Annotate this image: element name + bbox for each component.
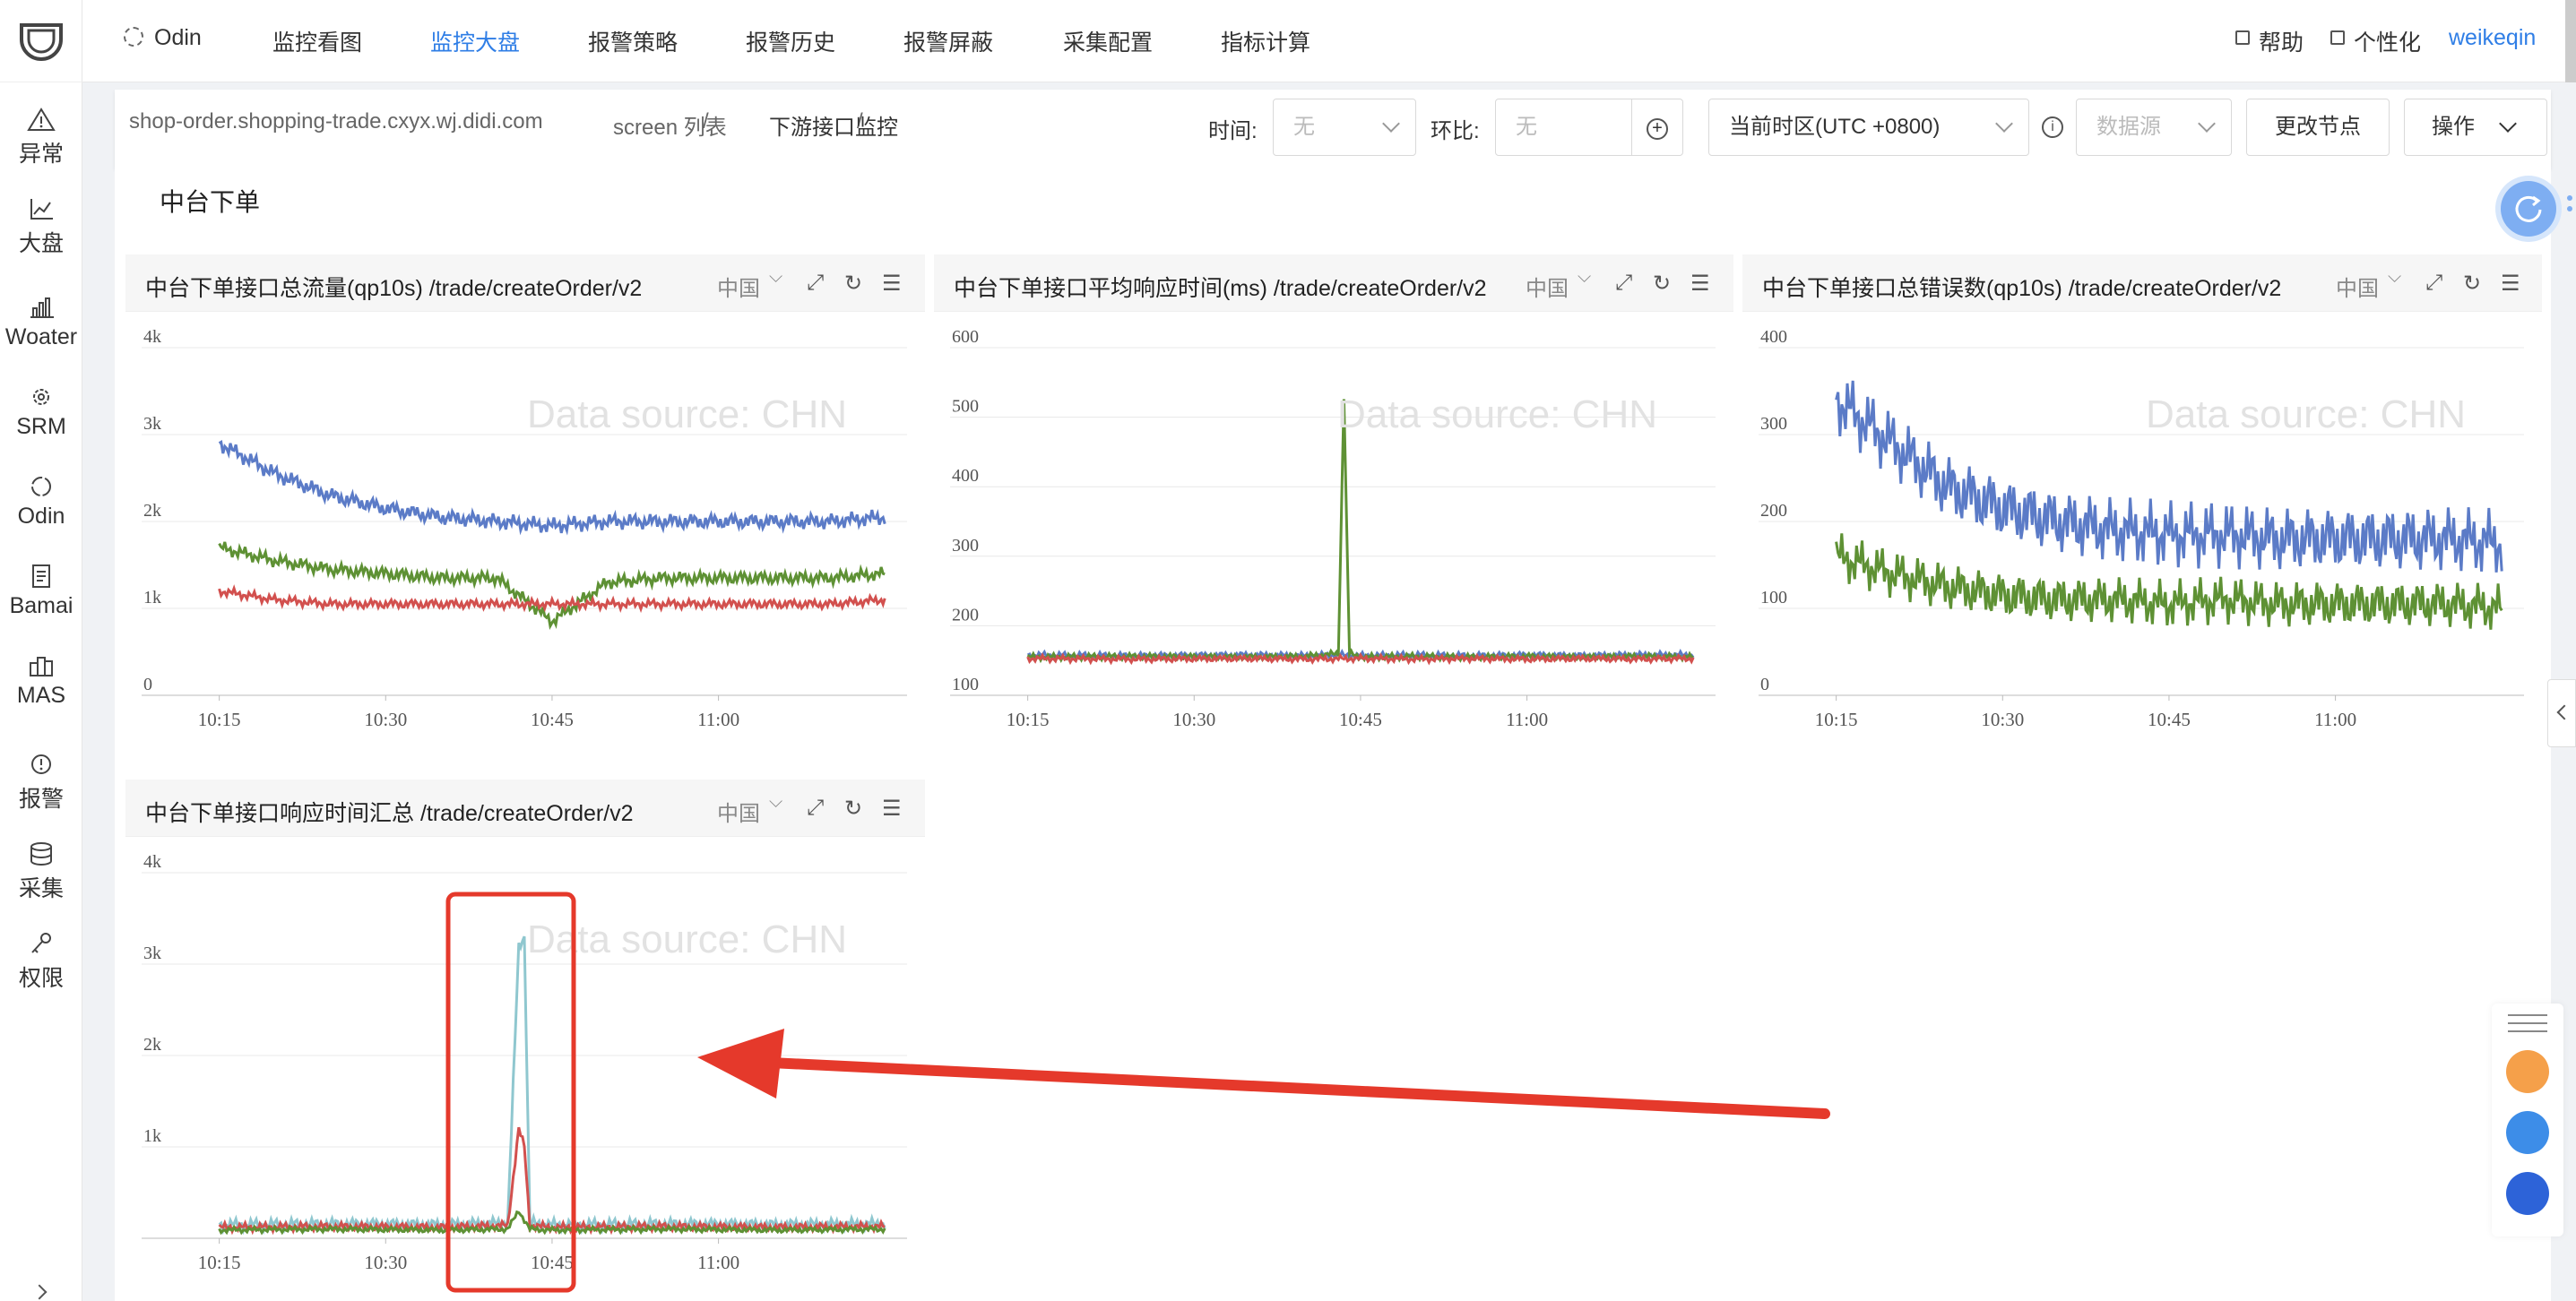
chat-icon[interactable] [2506, 1111, 2549, 1154]
annotation-arrow-shaft [765, 1057, 1830, 1119]
annotation-overlay [445, 892, 1830, 1293]
floating-toolbar [2492, 1004, 2563, 1236]
highlight-box [445, 892, 576, 1293]
collapse-panel-button[interactable] [2547, 679, 2576, 747]
back-to-top-icon[interactable] [2506, 1172, 2549, 1215]
menu-icon[interactable] [2508, 1014, 2547, 1032]
chevron-left-icon [2556, 704, 2572, 720]
feedback-face-icon[interactable] [2506, 1050, 2549, 1093]
annotation-arrow-head [697, 1029, 784, 1099]
